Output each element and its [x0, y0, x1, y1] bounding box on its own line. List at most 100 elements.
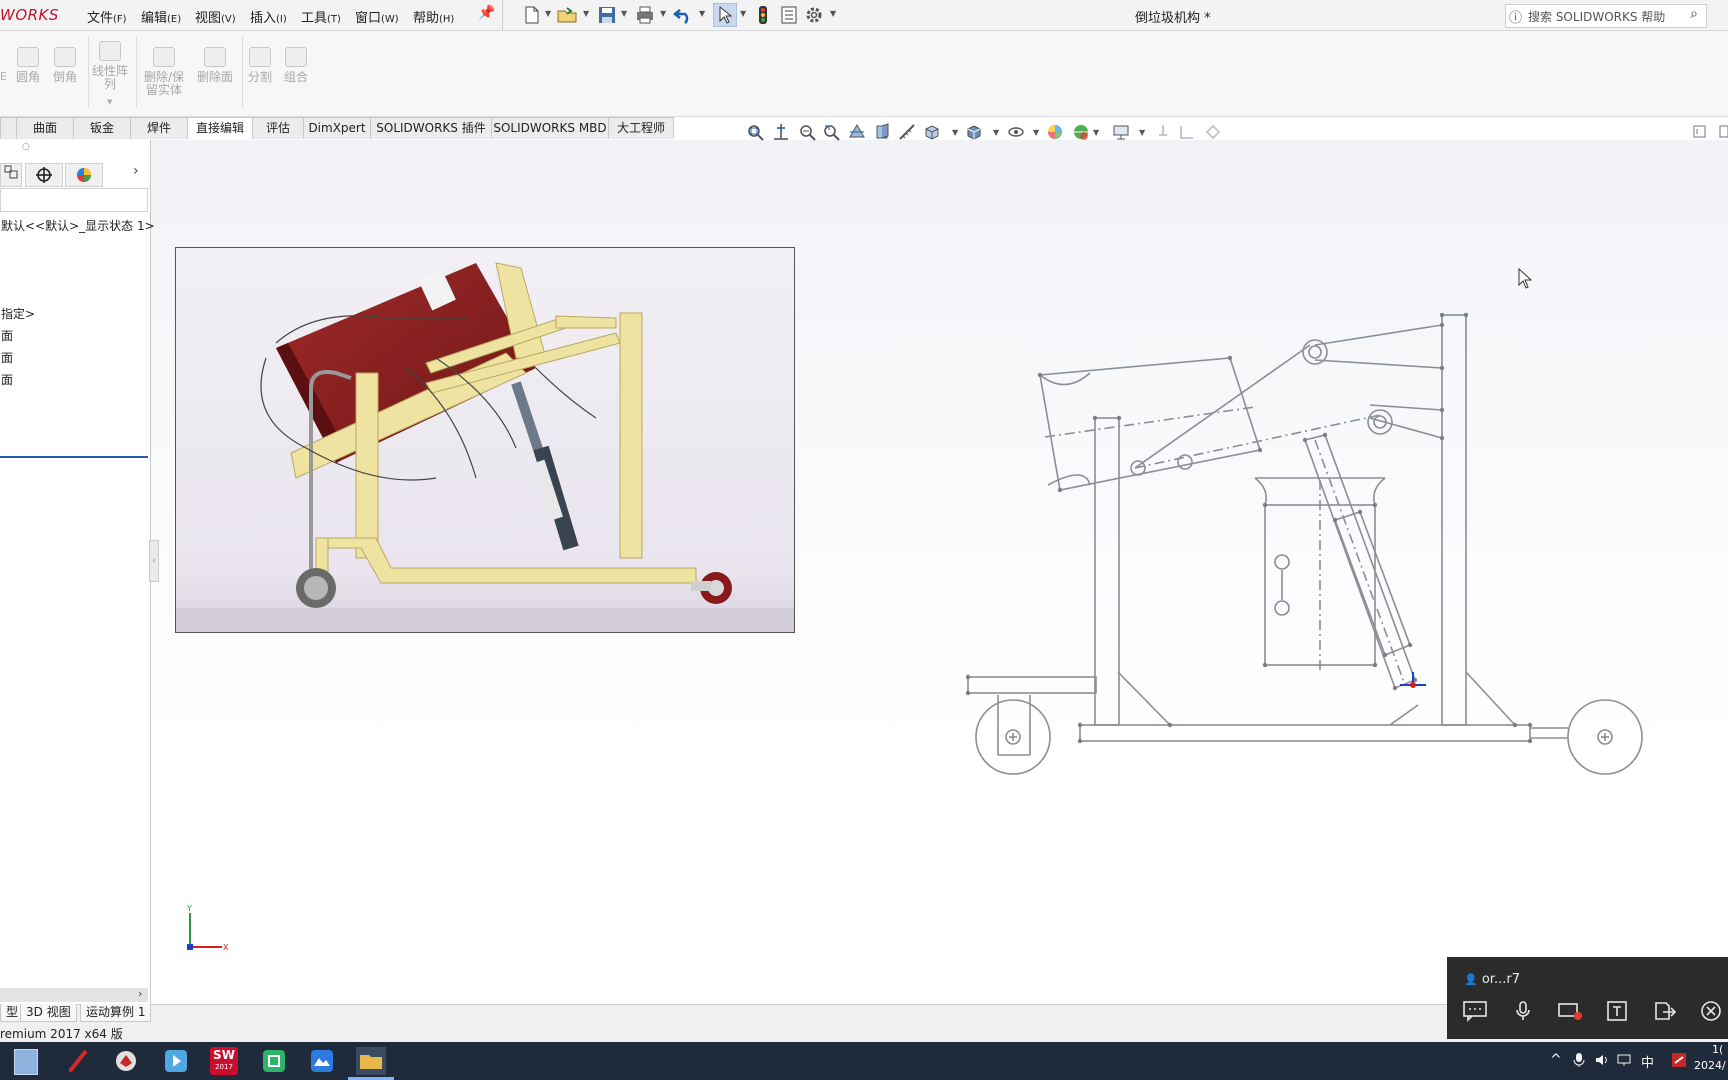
microphone-icon[interactable]: [1510, 1000, 1536, 1022]
rollback-bar[interactable]: [0, 456, 148, 458]
linear-pattern-button[interactable]: 线性阵列: [88, 41, 132, 91]
menu-window[interactable]: 窗口(W): [355, 7, 399, 26]
rebuild-traffic-light-icon[interactable]: [752, 6, 774, 24]
tab-surfaces[interactable]: 曲面: [16, 117, 74, 139]
chevron-down-icon[interactable]: ▼: [583, 9, 589, 18]
menu-view[interactable]: 视图(V): [195, 7, 236, 26]
screen-record-icon[interactable]: [1557, 1000, 1583, 1022]
combine-button[interactable]: 组合: [276, 47, 316, 84]
tab-big-engineer[interactable]: 大工程师: [608, 117, 674, 139]
tab-direct-editing[interactable]: 直接编辑: [187, 117, 253, 139]
panel-collapse-handle[interactable]: ‹: [149, 540, 159, 582]
ime-language-indicator[interactable]: 中: [1641, 1052, 1654, 1071]
panel-horizontal-scrollbar[interactable]: [0, 988, 148, 1002]
microphone-tray-icon[interactable]: [1572, 1052, 1586, 1068]
restore-viewport-icon[interactable]: [1692, 124, 1708, 140]
tab-solidworks-mbd[interactable]: SOLIDWORKS MBD: [491, 117, 609, 139]
chat-icon[interactable]: [1462, 1000, 1488, 1022]
network-icon[interactable]: [1617, 1052, 1633, 1068]
new-document-icon[interactable]: [520, 6, 542, 24]
notepad-icon[interactable]: [14, 1049, 38, 1075]
file-properties-icon[interactable]: [778, 6, 800, 24]
section-view-icon[interactable]: [848, 123, 866, 141]
chevron-down-icon[interactable]: ▼: [993, 128, 999, 137]
delete-face-button[interactable]: 删除面: [192, 47, 238, 84]
chevron-down-icon[interactable]: ▼: [1033, 128, 1039, 137]
tab-weldments[interactable]: 焊件: [130, 117, 188, 139]
chevron-down-icon[interactable]: ▼: [952, 128, 958, 137]
search-box[interactable]: ⓘ 搜索 SOLIDWORKS 帮助 ⌕: [1505, 4, 1707, 28]
zoom-area-icon[interactable]: [798, 123, 816, 141]
tab-sheet-metal[interactable]: 钣金: [73, 117, 131, 139]
tab-solidworks-addins[interactable]: SOLIDWORKS 插件: [370, 117, 492, 139]
chevron-down-icon[interactable]: ▼: [740, 9, 746, 18]
menu-insert[interactable]: 插入(I): [250, 7, 287, 26]
close-icon[interactable]: [1698, 1000, 1724, 1022]
green-app-icon[interactable]: [260, 1047, 288, 1075]
solidworks-icon[interactable]: SW 2017: [210, 1047, 238, 1075]
chevron-down-icon[interactable]: ▼: [830, 9, 836, 18]
chevron-right-icon[interactable]: ›: [138, 987, 142, 1000]
tree-item-front-plane[interactable]: 面: [1, 327, 13, 344]
app-tray-icon[interactable]: [1671, 1052, 1687, 1068]
apply-scene-icon[interactable]: [1072, 123, 1090, 141]
volume-icon[interactable]: [1594, 1052, 1610, 1068]
open-folder-icon[interactable]: [556, 6, 578, 24]
display-style-icon[interactable]: [965, 123, 983, 141]
chevron-down-icon[interactable]: ▼: [107, 98, 112, 106]
view-settings-icon[interactable]: [1112, 123, 1130, 141]
tree-filter-input[interactable]: [0, 188, 148, 212]
menu-tools[interactable]: 工具(T): [301, 7, 341, 26]
chevron-down-icon[interactable]: ▼: [545, 9, 551, 18]
chevron-down-icon[interactable]: ▼: [621, 9, 627, 18]
pen-app-icon[interactable]: [64, 1047, 92, 1075]
select-cursor-icon[interactable]: [713, 3, 737, 27]
clock-date[interactable]: 2024/: [1694, 1059, 1726, 1072]
tab-evaluate[interactable]: 评估: [252, 117, 304, 139]
search-input[interactable]: 搜索 SOLIDWORKS 帮助: [1528, 8, 1665, 25]
chevron-down-icon[interactable]: ▼: [699, 9, 705, 18]
panel-grip-icon[interactable]: ○: [22, 142, 30, 152]
menu-edit[interactable]: 编辑(E): [141, 7, 181, 26]
menu-help[interactable]: 帮助(H): [413, 7, 454, 26]
view-orientation-icon[interactable]: [923, 123, 941, 141]
measure-icon[interactable]: [898, 123, 916, 141]
undo-icon[interactable]: [673, 6, 695, 24]
bird-app-icon[interactable]: [112, 1047, 140, 1075]
chevron-up-icon[interactable]: ^: [1550, 1052, 1562, 1068]
display-manager-tab[interactable]: [65, 163, 103, 187]
meeting-app-icon[interactable]: [308, 1047, 336, 1075]
mechanism-sketch[interactable]: [960, 300, 1660, 780]
menu-file[interactable]: 文件(F): [87, 7, 127, 26]
tree-item-top-plane[interactable]: 面: [1, 349, 13, 366]
section-anchor-icon[interactable]: [772, 123, 790, 141]
dynamic-annotation-icon[interactable]: [874, 123, 892, 141]
delete-keep-body-button[interactable]: 删除/保留实体: [140, 47, 188, 97]
tree-item-right-plane[interactable]: 面: [1, 371, 13, 388]
split-button[interactable]: 分割: [240, 47, 280, 84]
dimxpert-manager-tab[interactable]: [25, 163, 63, 187]
tab-3d-views[interactable]: 3D 视图: [20, 1004, 77, 1022]
viewport-truncated-icon[interactable]: [1718, 124, 1728, 140]
chevron-down-icon[interactable]: ▼: [1093, 128, 1099, 137]
chevron-down-icon[interactable]: ▼: [1139, 128, 1145, 137]
share-exit-icon[interactable]: [1653, 1000, 1679, 1022]
text-tool-icon[interactable]: [1605, 1000, 1631, 1022]
previous-view-icon[interactable]: [822, 123, 840, 141]
explorer-icon[interactable]: [356, 1047, 386, 1075]
search-icon[interactable]: ⌕: [1690, 6, 1698, 22]
zoom-to-fit-icon[interactable]: [746, 123, 764, 141]
clock-time[interactable]: 1(: [1712, 1043, 1723, 1056]
hide-show-items-icon[interactable]: [1007, 123, 1025, 141]
chevron-down-icon[interactable]: ▼: [660, 9, 666, 18]
media-app-icon[interactable]: [162, 1047, 190, 1075]
chamfer-button[interactable]: 倒角: [43, 47, 87, 84]
tab-motion-study-1[interactable]: 运动算例 1: [80, 1004, 152, 1022]
pin-menu-icon[interactable]: 📌: [478, 5, 495, 21]
tree-item-material[interactable]: 指定>: [1, 305, 35, 322]
tree-item-configuration[interactable]: 默认<<默认>_显示状态 1>: [1, 217, 155, 234]
print-icon[interactable]: [634, 6, 656, 24]
options-gear-icon[interactable]: [803, 6, 825, 24]
edit-appearance-icon[interactable]: [1046, 123, 1064, 141]
help-icon[interactable]: ⓘ: [1509, 7, 1522, 26]
